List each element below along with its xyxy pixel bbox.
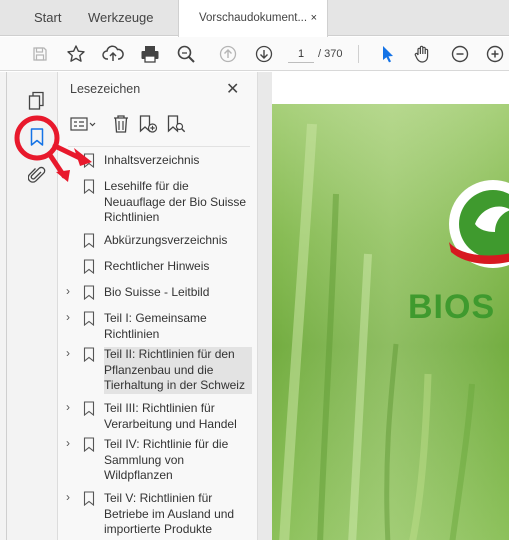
bookmarks-panel-title: Lesezeichen [70, 82, 141, 96]
bookmark-flag-icon [83, 259, 95, 274]
attachments-icon[interactable] [26, 164, 48, 186]
expand-chevron-icon[interactable]: › [66, 400, 76, 414]
hand-icon[interactable] [410, 42, 434, 66]
toolbar-divider [358, 45, 359, 63]
logo-wordmark: BIOS [408, 288, 496, 326]
bookmark-label: Lesehilfe für die Neuauflage der Bio Sui… [104, 179, 247, 224]
new-bookmark-icon[interactable] [138, 112, 158, 136]
bookmark-label: Teil I: Gemeinsame Richtlinien [104, 311, 207, 341]
upload-cloud-icon[interactable] [101, 42, 125, 66]
close-tab-icon[interactable]: × [311, 0, 317, 36]
expand-chevron-icon[interactable]: › [66, 284, 76, 298]
panel-divider [68, 146, 250, 147]
tab-bar: Start Werkzeuge Vorschaudokument... × [0, 0, 509, 37]
expand-chevron-icon[interactable]: › [66, 310, 76, 324]
bookmark-flag-icon [83, 347, 95, 362]
bookmark-label: Bio Suisse - Leitbild [104, 285, 210, 299]
document-page: BIOS [272, 104, 509, 540]
bookmark-label: Teil V: Richtlinien für Betriebe im Ausl… [104, 491, 235, 536]
bookmark-flag-icon [83, 491, 95, 506]
expand-chevron-icon[interactable]: › [66, 346, 76, 360]
bookmark-options-icon[interactable] [70, 112, 96, 136]
tab-document[interactable]: Vorschaudokument... × [178, 0, 328, 37]
document-view[interactable]: BIOS [258, 72, 509, 540]
page-down-icon[interactable] [252, 42, 276, 66]
bookmark-flag-icon [83, 153, 95, 168]
expand-chevron-icon[interactable]: › [66, 490, 76, 504]
save-icon[interactable] [28, 42, 52, 66]
bookmark-label: Abkürzungsverzeichnis [104, 233, 228, 247]
page-number-input[interactable]: 1 [288, 45, 314, 63]
tab-tools[interactable]: Werkzeuge [88, 0, 154, 36]
navigation-rail [0, 72, 58, 540]
close-panel-icon[interactable]: ✕ [226, 79, 239, 99]
page-total: / 370 [318, 48, 343, 60]
bookmark-flag-icon [83, 401, 95, 416]
bookmarks-icon[interactable] [26, 126, 48, 148]
bookmark-star-icon[interactable] [64, 42, 88, 66]
bookmark-flag-icon [83, 233, 95, 248]
bookmark-label: Inhaltsverzeichnis [104, 153, 200, 167]
bookmark-flag-icon [83, 311, 95, 326]
print-icon[interactable] [138, 42, 162, 66]
bookmark-label: Teil IV: Richtlinie für die Sammlung von… [104, 437, 229, 482]
rail-edge [6, 72, 7, 540]
zoom-out-icon[interactable] [448, 42, 472, 66]
page-thumbnails-icon[interactable] [26, 90, 48, 112]
bookmark-toolbar [70, 112, 250, 136]
bookmark-flag-icon [83, 179, 95, 194]
tab-start[interactable]: Start [34, 0, 61, 36]
tab-document-label: Vorschaudokument... [199, 12, 308, 24]
delete-bookmark-icon[interactable] [112, 112, 130, 136]
page-margin [272, 72, 509, 104]
toolbar: 1 / 370 [0, 37, 509, 71]
find-bookmark-icon[interactable] [166, 112, 186, 136]
bookmark-label: Teil II: Richtlinien für den Pflanzenbau… [104, 347, 252, 394]
bookmark-flag-icon [83, 285, 95, 300]
bookmark-label: Rechtlicher Hinweis [104, 259, 210, 273]
select-pointer-icon[interactable] [376, 42, 400, 66]
zoom-in-icon[interactable] [483, 42, 507, 66]
bookmarks-panel: Lesezeichen ✕ Inhaltsverzeichnis Lesehil… [58, 72, 258, 540]
expand-chevron-icon[interactable]: › [66, 436, 76, 450]
bio-suisse-logo-icon [449, 180, 509, 268]
bookmark-label: Teil III: Richtlinien für Verarbeitung u… [104, 401, 237, 431]
bookmark-flag-icon [83, 437, 95, 452]
zoom-search-icon[interactable] [174, 42, 198, 66]
page-up-icon[interactable] [216, 42, 240, 66]
